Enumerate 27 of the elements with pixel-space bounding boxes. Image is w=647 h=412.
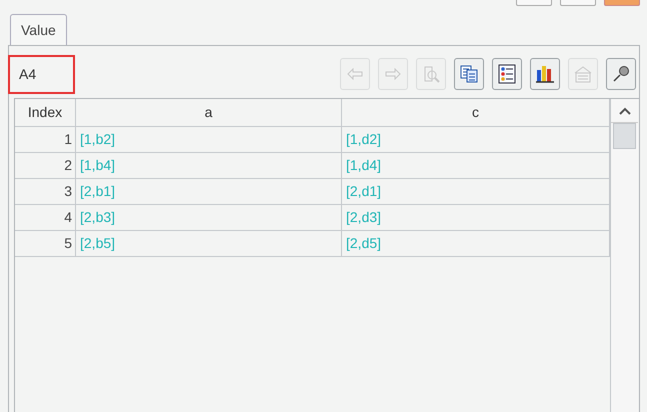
column-header[interactable]: Index: [15, 99, 76, 126]
table-cell: 1: [15, 127, 76, 152]
left-arrow-icon: [347, 68, 363, 80]
table-cell: 4: [15, 205, 76, 230]
form-icon: [573, 65, 593, 83]
table-cell: [1,b2]: [76, 127, 342, 152]
table-cell: [2,b3]: [76, 205, 342, 230]
right-arrow-icon: [385, 68, 401, 80]
magnifier-icon: [422, 65, 440, 83]
copy-icon: [460, 65, 478, 83]
toolbar-button[interactable]: [530, 58, 560, 90]
toolbar-button[interactable]: [454, 58, 484, 90]
list-icon: [498, 64, 516, 84]
table-cell: 5: [15, 231, 76, 256]
table-cell: [2,b5]: [76, 231, 342, 256]
cell-name-field[interactable]: A4: [8, 54, 75, 94]
toolbar-button[interactable]: [606, 58, 636, 90]
table-cell: 2: [15, 153, 76, 178]
toolbar-button[interactable]: [492, 58, 522, 90]
column-header[interactable]: a: [76, 99, 342, 126]
scroll-thumb[interactable]: [613, 123, 636, 149]
table-cell: [2,b1]: [76, 179, 342, 204]
table-cell: 3: [15, 179, 76, 204]
bar-chart-icon: [535, 64, 555, 84]
tab[interactable]: Value: [10, 14, 67, 45]
scrollbar[interactable]: [610, 99, 638, 412]
table-cell: [1,b4]: [76, 153, 342, 178]
